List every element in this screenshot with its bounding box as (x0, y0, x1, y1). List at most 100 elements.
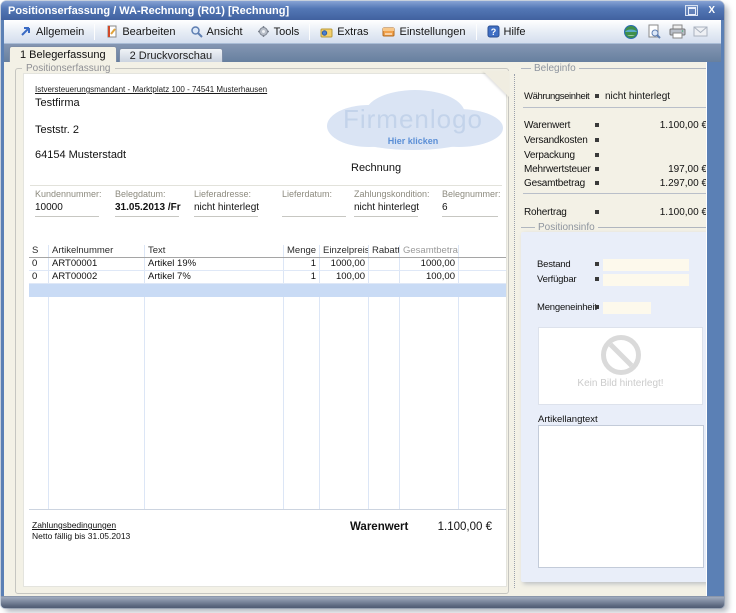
table-row[interactable]: 0 ART00001 Artikel 19% 1 1000,00 1000,00 (29, 258, 506, 271)
field-value[interactable]: 10000 (35, 202, 63, 213)
positionsinfo-row-bestand: Bestand (521, 259, 707, 271)
field-belegdatum: Belegdatum: 31.05.2013 /Fr (115, 189, 195, 199)
zahlungsbedingungen-text: Netto fällig bis 31.05.2013 (32, 531, 130, 541)
field-value[interactable]: 6 (442, 202, 448, 213)
window-title: Positionserfassung / WA-Rechnung (R01) [… (8, 5, 685, 17)
grid-col (400, 297, 459, 509)
cell-blank (459, 271, 506, 283)
main-content: Positionserfassung Istversteuerungsmanda… (4, 62, 707, 596)
field-belegnummer: Belegnummer: 6 (442, 189, 522, 199)
mengeneinheit-value-field (603, 302, 651, 314)
print-preview-icon[interactable] (646, 24, 662, 40)
menu-item-einstellungen[interactable]: Einstellungen (375, 23, 472, 40)
col-header-gesamtbetrag[interactable]: Gesamtbetrag (400, 245, 459, 257)
table-row[interactable]: 0 ART00002 Artikel 7% 1 100,00 100,00 (29, 271, 506, 284)
col-header-artikelnummer[interactable]: Artikelnummer (49, 245, 145, 257)
col-header-s[interactable]: S (29, 245, 49, 257)
cell-artikelnummer: ART00002 (49, 271, 145, 283)
bullet-icon (595, 181, 599, 185)
gear-icon (257, 25, 270, 38)
printer-icon[interactable] (669, 24, 686, 40)
row-label: Verfügbar (537, 274, 576, 285)
positionsinfo-group-header: Positionsinfo (521, 222, 707, 232)
cell-text: Artikel 7% (145, 271, 284, 283)
bullet-icon (595, 153, 599, 157)
field-label: Zahlungskondition: (354, 189, 434, 199)
field-label: Belegdatum: (115, 189, 195, 199)
window-bottom-border (1, 596, 724, 608)
tab-druckvorschau[interactable]: 2 Druckvorschau (119, 48, 224, 62)
groupbox-line (521, 227, 535, 228)
row-label: Bestand (537, 259, 570, 270)
cell-rabatt (369, 258, 400, 270)
field-label: Lieferadresse: (194, 189, 274, 199)
field-value[interactable]: 31.05.2013 /Fr (115, 202, 181, 213)
bullet-icon (595, 167, 599, 171)
no-image-slash (603, 338, 638, 373)
close-icon[interactable]: X (706, 5, 717, 16)
bullet-icon (595, 138, 599, 142)
row-value: 1.297,00 € (605, 178, 707, 189)
menu-item-extras[interactable]: Extras (313, 23, 375, 40)
beleginfo-divider (523, 193, 707, 194)
field-kundennummer: Kundennummer: 10000 (35, 189, 115, 199)
verfuegbar-value-field (603, 274, 689, 286)
cell-rabatt (369, 271, 400, 283)
beleginfo-row-verpackung: Verpackung (523, 150, 707, 162)
col-header-einzelpreis[interactable]: Einzelpreis (320, 245, 369, 257)
menu-label: Allgemein (36, 26, 84, 38)
menu-item-bearbeiten[interactable]: Bearbeiten (98, 23, 182, 40)
field-value[interactable]: nicht hinterlegt (354, 202, 419, 213)
grid-col (49, 297, 145, 509)
menu-item-ansicht[interactable]: Ansicht (183, 23, 250, 40)
cell-text: Artikel 19% (145, 258, 284, 270)
restore-window-icon[interactable] (685, 5, 698, 16)
menu-item-tools[interactable]: Tools (250, 23, 307, 40)
menu-item-hilfe[interactable]: ? Hilfe (480, 23, 533, 40)
field-label: Kundennummer: (35, 189, 115, 199)
col-header-text[interactable]: Text (145, 245, 284, 257)
col-header-rabatt[interactable]: Rabatt. (369, 245, 400, 257)
groupbox-line (579, 68, 707, 69)
groupbox-line (521, 68, 531, 69)
beleginfo-row-gesamtbetrag: Gesamtbetrag 1.297,00 € (523, 178, 707, 190)
row-label: Warenwert (524, 120, 570, 131)
menu-label: Einstellungen (399, 26, 465, 38)
row-label: Mehrwertsteuer (524, 164, 591, 175)
zahlungsbedingungen-link[interactable]: Zahlungsbedingungen (32, 520, 116, 530)
row-value: 197,00 € (605, 164, 707, 175)
cell-einzelpreis: 100,00 (320, 271, 369, 283)
warenwert-total-value: 1.100,00 € (402, 521, 492, 533)
settings-icon (382, 25, 395, 38)
bullet-icon (595, 305, 599, 309)
app-window: Positionserfassung / WA-Rechnung (R01) [… (1, 1, 724, 608)
arrow-ne-icon (19, 25, 32, 38)
invoice-sheet: Istversteuerungsmandant - Marktplatz 100… (23, 73, 507, 587)
bullet-icon (595, 210, 599, 214)
menu-label: Tools (274, 26, 300, 38)
toolbar-right (623, 24, 713, 40)
field-value[interactable]: nicht hinterlegt (194, 202, 259, 213)
bestand-value-field (603, 259, 689, 271)
menu-item-allgemein[interactable]: Allgemein (12, 23, 91, 40)
beleginfo-label: Beleginfo (531, 63, 579, 74)
row-value: nicht hinterlegt (605, 91, 707, 102)
artikellangtext-textbox[interactable] (538, 425, 704, 568)
tab-belegerfassung[interactable]: 1 Belegerfassung (9, 46, 117, 62)
company-logo-placeholder[interactable]: Firmenlogo Hier klicken (317, 84, 509, 154)
mandant-link[interactable]: Istversteuerungsmandant - Marktplatz 100… (35, 85, 267, 94)
menu-bar: Allgemein Bearbeiten Ansicht Tools (4, 20, 721, 44)
row-label: Verpackung (524, 150, 575, 161)
col-header-menge[interactable]: Menge (284, 245, 320, 257)
mail-icon[interactable] (693, 25, 709, 38)
field-lieferadresse: Lieferadresse: nicht hinterlegt (194, 189, 274, 199)
bullet-icon (595, 94, 599, 98)
menu-separator (476, 24, 477, 40)
web-icon[interactable] (623, 24, 639, 40)
table-empty-area[interactable] (29, 297, 506, 510)
beleginfo-divider (523, 107, 707, 108)
table-row-selected-empty[interactable] (29, 284, 506, 297)
cell-menge: 1 (284, 258, 320, 270)
bullet-icon (595, 277, 599, 281)
cell-s: 0 (29, 271, 49, 283)
